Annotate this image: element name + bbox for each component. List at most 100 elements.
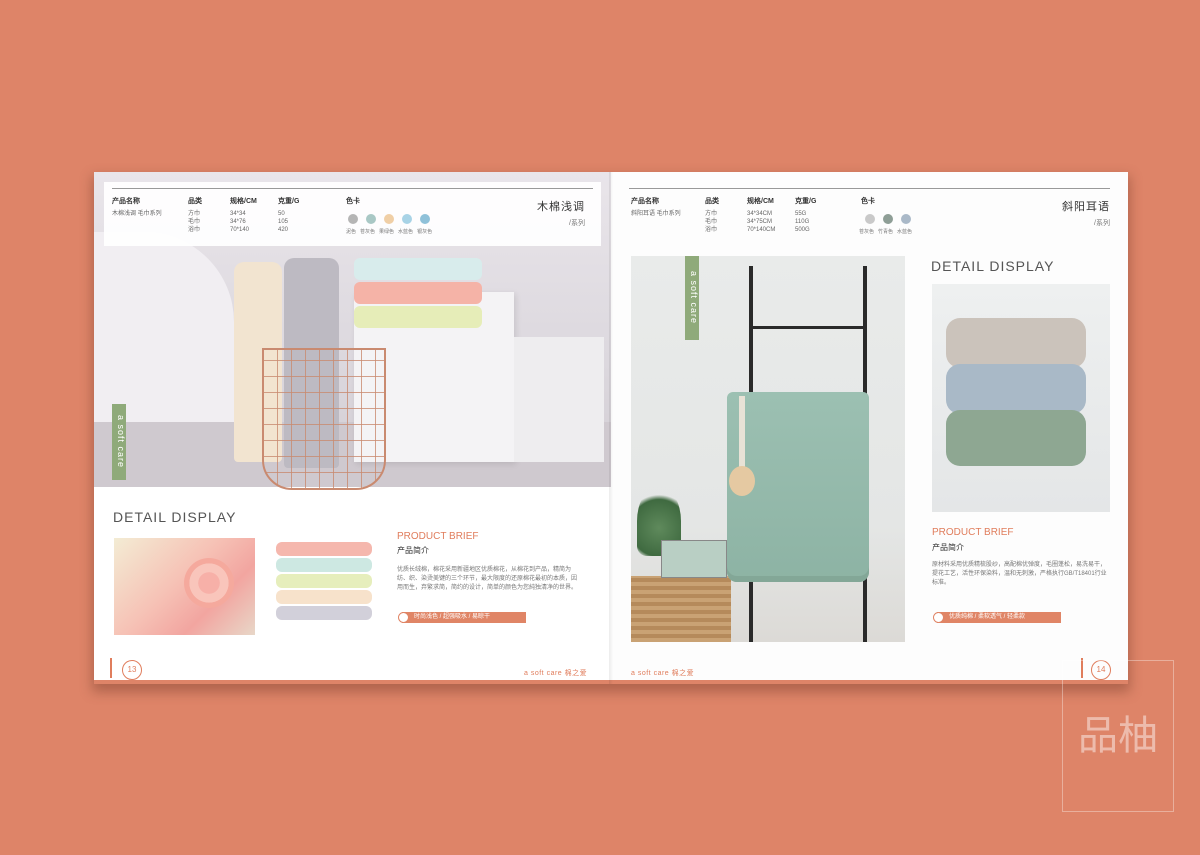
spec-col-category: 品类 方巾 毛巾 浴巾 xyxy=(705,198,719,234)
folded-towel-blue xyxy=(946,364,1086,414)
spec-head: 克重/G xyxy=(795,198,817,205)
spec-col-name: 产品名称 斜阳耳语 毛巾系列 xyxy=(631,198,681,218)
spec-head: 克重/G xyxy=(278,198,300,205)
product-brief-title: PRODUCT BRIEF xyxy=(932,527,1014,538)
spec-value: 34*76 xyxy=(230,219,246,225)
color-swatches xyxy=(865,214,911,224)
ladder-rung xyxy=(749,326,867,329)
product-brief-sub: 产品简介 xyxy=(397,546,429,555)
spec-value: 55G xyxy=(795,211,807,217)
spec-head: 产品名称 xyxy=(112,198,140,205)
spec-col-category: 品类 方巾 毛巾 浴巾 xyxy=(188,198,202,234)
watermark-logo: 品柚 xyxy=(1062,660,1174,812)
color-swatch xyxy=(420,214,430,224)
color-swatch xyxy=(366,214,376,224)
vertical-brand-tag: a soft care xyxy=(685,256,699,340)
detail-display-title: DETAIL DISPLAY xyxy=(931,258,1055,274)
series-sub: /系列 xyxy=(569,220,585,227)
feature-bar-dot xyxy=(398,612,409,623)
color-swatch xyxy=(402,214,412,224)
series-heading: 木棉浅调 /系列 xyxy=(537,198,585,228)
color-swatch-label: 水蓝色 xyxy=(897,229,913,235)
spec-value: 方巾 xyxy=(188,211,201,217)
stack-green xyxy=(276,574,372,588)
footer-brand: a soft care 棉之爱 xyxy=(524,670,588,677)
right-page: 产品名称 斜阳耳语 毛巾系列 品类 方巾 毛巾 浴巾 规格/CM 34*34CM… xyxy=(611,172,1128,684)
spec-value: 方巾 xyxy=(705,211,718,217)
bottom-band xyxy=(611,680,1128,684)
spec-value: 105 xyxy=(278,219,289,225)
spec-value: 70*140CM xyxy=(747,227,776,233)
spec-head: 规格/CM xyxy=(747,198,774,205)
color-swatch-labels: 泥色 苍灰色 果绿色 水蓝色 银灰色 xyxy=(346,228,432,235)
stack-pink xyxy=(276,542,372,556)
spec-divider xyxy=(629,188,1110,189)
detail-display-title: DETAIL DISPLAY xyxy=(113,509,237,525)
spec-head: 色卡 xyxy=(346,198,360,205)
detail-photo-rolled-towel xyxy=(114,538,255,635)
bath-brush xyxy=(739,396,745,476)
folded-towels-photo xyxy=(932,284,1110,512)
color-swatch-label: 竹青色 xyxy=(878,229,894,235)
folded-towel-beige xyxy=(946,318,1086,368)
small-towel-basket xyxy=(661,540,727,578)
page-tick xyxy=(110,658,112,678)
left-page: 产品名称 木棉浅调 毛巾系列 品类 方巾 毛巾 浴巾 规格/CM 34*34 3… xyxy=(94,172,611,684)
book-spine xyxy=(609,172,613,684)
product-brief-text: 优质长绒棉，棉花采用新疆地区优质棉花，从棉花到产品，精简为纺、织、染烫美键的三个… xyxy=(397,567,578,591)
spec-value: 34*34CM xyxy=(747,211,773,217)
spec-value: 浴巾 xyxy=(188,227,201,233)
bath-brush-head xyxy=(729,466,755,496)
color-swatch-label: 泥色 xyxy=(346,229,357,235)
detail-photo-towel-stack xyxy=(272,538,376,635)
feature-bar-text: 优质纯棉 / 柔软透气 / 轻柔款 xyxy=(949,614,1026,620)
spec-value: 34*75CM xyxy=(747,219,773,225)
spec-col-color: 色卡 xyxy=(861,198,875,210)
footer-brand: a soft care 棉之爱 xyxy=(631,670,695,677)
color-swatch-label: 苍灰色 xyxy=(360,229,376,235)
wicker-basket xyxy=(631,576,731,642)
color-swatch-label: 果绿色 xyxy=(379,229,395,235)
ladder-photo xyxy=(631,256,905,642)
spec-col-color: 色卡 xyxy=(346,198,360,210)
spec-head: 品类 xyxy=(188,198,202,205)
spec-head: 品类 xyxy=(705,198,719,205)
series-sub: /系列 xyxy=(1094,220,1110,227)
color-swatch xyxy=(883,214,893,224)
spec-value: 斜阳耳语 毛巾系列 xyxy=(631,211,681,217)
spec-col-size: 规格/CM 34*34 34*76 70*140 xyxy=(230,198,257,234)
spec-col-name: 产品名称 木棉浅调 毛巾系列 xyxy=(112,198,162,218)
spec-value: 420 xyxy=(278,227,289,233)
vertical-brand-tag: a soft care xyxy=(112,404,126,480)
bathtub-shape xyxy=(94,232,234,432)
color-swatch-label: 水蓝色 xyxy=(398,229,414,235)
spec-value: 50 xyxy=(278,211,285,217)
color-swatch xyxy=(348,214,358,224)
spec-col-size: 规格/CM 34*34CM 34*75CM 70*140CM xyxy=(747,198,775,234)
series-title: 斜阳耳语 xyxy=(1062,201,1110,213)
white-block-small xyxy=(514,337,604,462)
series-title: 木棉浅调 xyxy=(537,201,585,213)
stack-lavender xyxy=(276,606,372,620)
color-swatch xyxy=(865,214,875,224)
spec-value: 34*34 xyxy=(230,211,246,217)
stack-mint xyxy=(276,558,372,572)
series-heading: 斜阳耳语 /系列 xyxy=(1062,198,1110,228)
color-swatch-label: 银灰色 xyxy=(417,229,433,235)
spec-divider xyxy=(112,188,593,189)
towel-stack-green xyxy=(354,306,482,328)
spec-head: 产品名称 xyxy=(631,198,659,205)
color-swatches xyxy=(348,214,430,224)
bottom-band xyxy=(94,680,611,684)
spec-head: 色卡 xyxy=(861,198,875,205)
color-swatch xyxy=(901,214,911,224)
spec-head: 规格/CM xyxy=(230,198,257,205)
folded-towel-green xyxy=(946,410,1086,466)
color-swatch-label: 苍灰色 xyxy=(859,229,875,235)
spec-value: 70*140 xyxy=(230,227,250,233)
feature-bar-dot xyxy=(933,612,944,623)
color-swatch xyxy=(384,214,394,224)
spec-col-weight: 克重/G 55G 110G 500G xyxy=(795,198,816,234)
stack-cream xyxy=(276,590,372,604)
spec-value: 500G xyxy=(795,227,810,233)
